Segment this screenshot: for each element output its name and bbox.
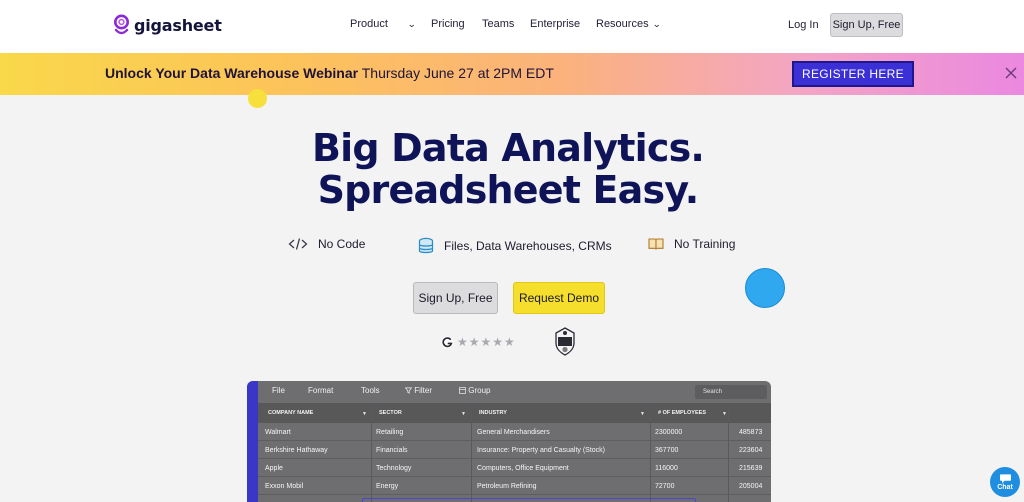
cell-company: Berkshire Hathaway	[265, 447, 328, 454]
menu-format[interactable]: Format	[308, 386, 333, 395]
gigasheet-logo-icon	[114, 14, 129, 35]
cell-revenue: 223604	[739, 447, 763, 454]
column-header-sector[interactable]: SECTOR	[379, 410, 402, 416]
cell-sector: Retailing	[376, 429, 404, 436]
decorative-yellow-dot	[248, 89, 267, 108]
logo[interactable]: gigasheet	[113, 14, 222, 36]
nav-product[interactable]: Product	[350, 18, 388, 30]
feature-data-sources: Files, Data Warehouses, CRMs	[418, 237, 612, 255]
group-icon	[459, 387, 466, 394]
cell-sector: Technology	[376, 465, 412, 472]
menu-filter-label: Filter	[414, 386, 433, 395]
cell-sector: Energy	[376, 483, 399, 490]
cell-revenue: 215639	[739, 465, 763, 472]
database-icon	[418, 237, 434, 254]
column-divider	[471, 403, 472, 502]
nav-pricing[interactable]: Pricing	[431, 18, 465, 30]
column-header-company[interactable]: COMPANY NAME	[268, 410, 313, 416]
sort-arrow-icon[interactable]: ▼	[640, 411, 645, 417]
menu-group[interactable]: Group	[459, 386, 490, 395]
column-header-industry[interactable]: INDUSTRY	[479, 410, 507, 416]
cell-revenue: 485873	[739, 429, 763, 436]
feature-label: No Training	[674, 237, 736, 251]
cell-company: Exxon Mobil	[265, 483, 304, 490]
app-preview: File Format Tools Filter Group Search CO…	[247, 381, 771, 502]
chevron-down-icon[interactable]: ⌄	[404, 18, 416, 30]
register-button[interactable]: REGISTER HERE	[792, 61, 914, 87]
selection-outline	[362, 498, 696, 502]
chat-bubble-icon	[999, 474, 1011, 484]
cell-company: Walmart	[265, 429, 291, 436]
table-row[interactable]: Walmart Retailing General Merchandisers …	[258, 424, 771, 441]
book-icon	[648, 238, 664, 250]
promo-banner: Unlock Your Data Warehouse Webinar Thurs…	[0, 53, 1024, 95]
sort-arrow-icon[interactable]: ▼	[722, 411, 727, 417]
feature-no-code: No Code	[288, 237, 365, 251]
nav-resources[interactable]: Resources ⌄	[596, 18, 661, 30]
table-row[interactable]: Berkshire Hathaway Financials Insurance:…	[258, 442, 771, 459]
feature-label: Files, Data Warehouses, CRMs	[444, 239, 612, 253]
cell-industry: General Merchandisers	[477, 429, 550, 436]
nav-enterprise[interactable]: Enterprise	[530, 18, 580, 30]
feature-label: No Code	[318, 237, 366, 251]
decorative-blue-dot	[745, 268, 785, 308]
cell-sector: Financials	[376, 447, 408, 454]
logo-text: gigasheet	[134, 15, 222, 35]
banner-title: Unlock Your Data Warehouse Webinar	[105, 65, 359, 81]
table-row[interactable]: Apple Technology Computers, Office Equip…	[258, 460, 771, 477]
menu-group-label: Group	[468, 386, 491, 395]
banner-text: Unlock Your Data Warehouse Webinar Thurs…	[105, 65, 554, 81]
sort-arrow-icon[interactable]: ▼	[362, 411, 367, 417]
star-rating-icon: ★★★★★	[457, 335, 516, 349]
feature-no-training: No Training	[648, 237, 735, 251]
banner-date: Thursday June 27 at 2PM EDT	[358, 65, 554, 81]
soc2-badge-icon	[555, 327, 575, 356]
top-navigation: gigasheet Product ⌄ Pricing Teams Enterp…	[0, 0, 1024, 53]
table-row[interactable]: Exxon Mobil Energy Petroleum Refining 72…	[258, 478, 771, 495]
cell-industry: Petroleum Refining	[477, 483, 537, 490]
cell-employees: 116000	[655, 465, 678, 472]
column-divider	[728, 403, 729, 502]
hero-headline-line2: Spreadsheet Easy.	[317, 168, 700, 212]
nav-resources-label: Resources	[596, 18, 649, 30]
filter-icon	[404, 387, 413, 394]
g2-rating[interactable]: ★★★★★	[441, 335, 516, 349]
cell-employees: 367700	[655, 447, 679, 454]
signup-nav-button[interactable]: Sign Up, Free	[830, 13, 903, 37]
code-icon	[288, 238, 308, 250]
cell-industry: Insurance: Property and Casualty (Stock)	[477, 447, 606, 454]
menu-tools[interactable]: Tools	[361, 386, 380, 395]
close-icon[interactable]	[1003, 65, 1019, 81]
cell-employees: 2300000	[655, 429, 683, 436]
chevron-down-icon: ⌄	[651, 19, 661, 29]
search-input[interactable]: Search	[695, 385, 767, 399]
request-demo-button[interactable]: Request Demo	[513, 282, 605, 314]
hero-signup-button[interactable]: Sign Up, Free	[413, 282, 498, 314]
cell-employees: 72700	[655, 483, 675, 490]
chat-label: Chat	[997, 484, 1013, 491]
nav-product-label: Product	[350, 18, 388, 30]
login-link[interactable]: Log In	[788, 19, 819, 31]
hero-headline-line1: Big Data Analytics.	[311, 126, 705, 170]
column-divider	[650, 403, 651, 502]
cell-company: Apple	[265, 465, 283, 472]
nav-teams[interactable]: Teams	[482, 18, 514, 30]
g2-logo-icon	[441, 335, 454, 349]
column-header-employees[interactable]: # OF EMPLOYEES	[658, 410, 706, 416]
cell-revenue: 205004	[739, 483, 763, 490]
sort-arrow-icon[interactable]: ▼	[461, 411, 466, 417]
cell-industry: Computers, Office Equipment	[477, 465, 569, 472]
app-accent-bar	[247, 381, 258, 502]
chat-widget-button[interactable]: Chat	[990, 467, 1020, 497]
column-divider	[371, 403, 372, 502]
menu-filter[interactable]: Filter	[404, 386, 433, 395]
menu-file[interactable]: File	[272, 386, 285, 395]
table-header: COMPANY NAME ▼ SECTOR ▼ INDUSTRY ▼ # OF …	[258, 403, 771, 423]
